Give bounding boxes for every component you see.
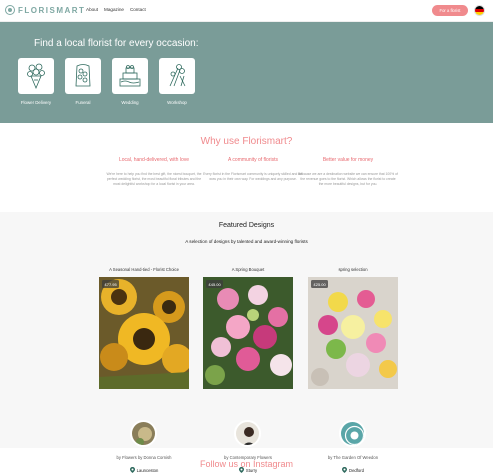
featured-subtitle: A selection of designs by talented and a… (185, 239, 308, 244)
logo-text: FLORISMART (18, 5, 86, 15)
hero-title: Find a local florist for every occasion: (34, 38, 199, 49)
price-badge: £77.95 (102, 280, 120, 288)
price-badge: £25.00 (311, 280, 329, 288)
design-image[interactable]: £45.00 (203, 277, 293, 389)
bouquet-icon (27, 63, 45, 90)
for-a-florist-button[interactable]: For a florist (432, 5, 468, 16)
occasion-workshop[interactable]: Workshop (159, 58, 195, 105)
occasion-wedding[interactable]: Wedding (112, 58, 148, 105)
occasion-funeral[interactable]: Funeral (65, 58, 101, 105)
why-column-local: Local, hand-delivered, with love We're h… (104, 157, 204, 187)
wreath-icon (75, 64, 91, 87)
design-card[interactable]: spring selection £25.00 by The Garden Of… (308, 267, 398, 473)
why-column-community: A community of florists Every florist in… (203, 157, 303, 182)
design-card[interactable]: A Spring Bouquet £45.00 by Contemporary … (203, 267, 293, 473)
design-title[interactable]: spring selection (308, 267, 398, 272)
top-nav: FLORISMART About Magazine Contact For a … (0, 0, 493, 22)
spring-selection-image (308, 277, 398, 389)
design-title[interactable]: A Spring Bouquet (203, 267, 293, 272)
florist-tools-icon (169, 64, 186, 87)
occasion-card[interactable] (18, 58, 54, 94)
sunflower-bouquet-image (99, 277, 189, 389)
why-text: Because we are a destination website we … (298, 172, 398, 186)
florist-avatar[interactable] (339, 420, 366, 447)
why-heading: Local, hand-delivered, with love (118, 157, 190, 163)
design-image[interactable]: £25.00 (308, 277, 398, 389)
nav-link-magazine[interactable]: Magazine (104, 7, 124, 12)
why-heading: A community of florists (227, 157, 278, 163)
why-text: Every florist in the Florismart communit… (203, 172, 303, 181)
instagram-title: Follow us on Instagram (199, 459, 294, 469)
florist-avatar[interactable] (130, 420, 157, 447)
price-badge: £45.00 (206, 280, 224, 288)
design-title[interactable]: A Seasonal Hand-tied - Florist Choice (99, 267, 189, 272)
florist-avatar[interactable] (234, 420, 261, 447)
florismart-logo[interactable]: FLORISMART (5, 5, 85, 15)
hero-section: Find a local florist for every occasion:… (0, 22, 493, 123)
why-text: We're here to help you find the best gif… (106, 172, 202, 186)
wedding-cake-icon (119, 65, 141, 87)
design-image[interactable]: £77.95 (99, 277, 189, 389)
occasion-card[interactable] (65, 58, 101, 94)
nav-link-about[interactable]: About (86, 7, 98, 12)
logo-icon (5, 5, 15, 15)
spring-bouquet-image (203, 277, 293, 389)
german-flag-icon[interactable] (474, 5, 485, 16)
design-card[interactable]: A Seasonal Hand-tied - Florist Choice £7… (99, 267, 189, 473)
featured-designs-section: Featured Designs A selection of designs … (0, 212, 493, 473)
nav-link-contact[interactable]: Contact (130, 7, 146, 12)
occasion-card[interactable] (159, 58, 195, 94)
nav-links: About Magazine Contact (86, 7, 146, 12)
occasion-card[interactable] (112, 58, 148, 94)
occasion-label: Workshop (167, 100, 187, 105)
occasion-flower-delivery[interactable]: Flower Delivery (18, 58, 54, 105)
featured-title: Featured Designs (218, 222, 275, 229)
why-section-title: Why use Florismart? (200, 136, 293, 147)
why-heading: Better value for money (322, 157, 374, 163)
why-column-value: Better value for money Because we are a … (298, 157, 398, 187)
